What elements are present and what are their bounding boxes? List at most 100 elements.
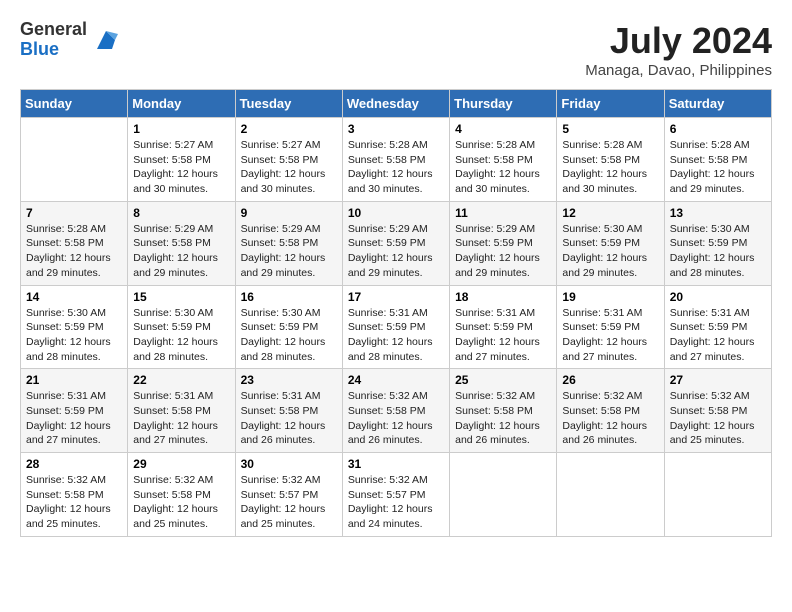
day-info: Sunrise: 5:31 AM Sunset: 5:59 PM Dayligh… [348,306,444,365]
day-number: 29 [133,457,229,471]
calendar-cell: 21Sunrise: 5:31 AM Sunset: 5:59 PM Dayli… [21,369,128,453]
day-info: Sunrise: 5:32 AM Sunset: 5:58 PM Dayligh… [455,389,551,448]
calendar-cell [557,453,664,537]
calendar-cell: 23 Sunrise: 5:31 AM Sunset: 5:58 PM Dayli… [235,369,342,453]
day-number: 7 [26,206,122,220]
weekday-header-wednesday: Wednesday [342,90,449,118]
day-info: Sunrise: 5:30 AM Sunset: 5:59 PM Dayligh… [241,306,337,365]
day-number: 5 [562,122,658,136]
day-info: Sunrise: 5:32 AM Sunset: 5:58 PM Dayligh… [348,389,444,448]
day-number: 6 [670,122,766,136]
calendar-cell: 12Sunrise: 5:30 AM Sunset: 5:59 PM Dayli… [557,201,664,285]
day-info: Sunrise: 5:29 AM Sunset: 5:59 PM Dayligh… [455,222,551,281]
day-number: 9 [241,206,337,220]
calendar-week-row: 28 Sunrise: 5:32 AM Sunset: 5:58 PM Dayli… [21,453,772,537]
day-info: Sunrise: 5:29 AM Sunset: 5:58 PM Dayligh… [241,222,337,281]
day-number: 22 [133,373,229,387]
day-info: Sunrise: 5:28 AM Sunset: 5:58 PM Dayligh… [455,138,551,197]
day-info: Sunrise: 5:31 AM Sunset: 5:58 PM Dayligh… [241,389,337,448]
calendar-cell: 20 Sunrise: 5:31 AM Sunset: 5:59 PM Dayli… [664,285,771,369]
logo: General Blue [20,20,121,60]
calendar-cell: 16Sunrise: 5:30 AM Sunset: 5:59 PM Dayli… [235,285,342,369]
day-info: Sunrise: 5:31 AM Sunset: 5:59 PM Dayligh… [670,306,766,365]
calendar-cell: 10 Sunrise: 5:29 AM Sunset: 5:59 PM Dayli… [342,201,449,285]
day-number: 24 [348,373,444,387]
day-number: 21 [26,373,122,387]
day-number: 2 [241,122,337,136]
day-info: Sunrise: 5:27 AM Sunset: 5:58 PM Dayligh… [241,138,337,197]
weekday-header-monday: Monday [128,90,235,118]
weekday-header-saturday: Saturday [664,90,771,118]
calendar-cell: 3 Sunrise: 5:28 AM Sunset: 5:58 PM Daylig… [342,118,449,202]
day-number: 13 [670,206,766,220]
day-number: 14 [26,290,122,304]
day-number: 23 [241,373,337,387]
day-number: 10 [348,206,444,220]
title-block: July 2024 Managa, Davao, Philippines [585,20,772,79]
day-info: Sunrise: 5:32 AM Sunset: 5:58 PM Dayligh… [133,473,229,532]
day-info: Sunrise: 5:28 AM Sunset: 5:58 PM Dayligh… [348,138,444,197]
calendar-cell: 17 Sunrise: 5:31 AM Sunset: 5:59 PM Dayli… [342,285,449,369]
day-number: 17 [348,290,444,304]
calendar-cell: 14 Sunrise: 5:30 AM Sunset: 5:59 PM Dayli… [21,285,128,369]
page-header: General Blue July 2024 Managa, Davao, Ph… [20,20,772,79]
calendar-cell: 25Sunrise: 5:32 AM Sunset: 5:58 PM Dayli… [450,369,557,453]
day-info: Sunrise: 5:32 AM Sunset: 5:58 PM Dayligh… [26,473,122,532]
calendar-cell: 2 Sunrise: 5:27 AM Sunset: 5:58 PM Daylig… [235,118,342,202]
calendar-week-row: 14 Sunrise: 5:30 AM Sunset: 5:59 PM Dayli… [21,285,772,369]
day-info: Sunrise: 5:30 AM Sunset: 5:59 PM Dayligh… [26,306,122,365]
day-info: Sunrise: 5:32 AM Sunset: 5:58 PM Dayligh… [562,389,658,448]
weekday-header-tuesday: Tuesday [235,90,342,118]
day-number: 28 [26,457,122,471]
calendar-cell: 26 Sunrise: 5:32 AM Sunset: 5:58 PM Dayli… [557,369,664,453]
day-info: Sunrise: 5:30 AM Sunset: 5:59 PM Dayligh… [670,222,766,281]
weekday-header-row: SundayMondayTuesdayWednesdayThursdayFrid… [21,90,772,118]
day-number: 15 [133,290,229,304]
day-number: 31 [348,457,444,471]
calendar-cell: 6Sunrise: 5:28 AM Sunset: 5:58 PM Daylig… [664,118,771,202]
calendar-cell: 5 Sunrise: 5:28 AM Sunset: 5:58 PM Daylig… [557,118,664,202]
weekday-header-sunday: Sunday [21,90,128,118]
day-info: Sunrise: 5:30 AM Sunset: 5:59 PM Dayligh… [562,222,658,281]
calendar-cell: 13 Sunrise: 5:30 AM Sunset: 5:59 PM Dayli… [664,201,771,285]
day-number: 3 [348,122,444,136]
day-info: Sunrise: 5:28 AM Sunset: 5:58 PM Dayligh… [26,222,122,281]
logo-icon [91,25,121,55]
calendar-cell: 7 Sunrise: 5:28 AM Sunset: 5:58 PM Daylig… [21,201,128,285]
day-number: 4 [455,122,551,136]
calendar-cell: 27 Sunrise: 5:32 AM Sunset: 5:58 PM Dayli… [664,369,771,453]
calendar-cell: 4 Sunrise: 5:28 AM Sunset: 5:58 PM Daylig… [450,118,557,202]
day-info: Sunrise: 5:31 AM Sunset: 5:59 PM Dayligh… [562,306,658,365]
calendar-cell: 22 Sunrise: 5:31 AM Sunset: 5:58 PM Dayli… [128,369,235,453]
month-year-title: July 2024 [585,20,772,62]
day-info: Sunrise: 5:31 AM Sunset: 5:59 PM Dayligh… [455,306,551,365]
logo-blue-text: Blue [20,40,87,60]
day-info: Sunrise: 5:29 AM Sunset: 5:59 PM Dayligh… [348,222,444,281]
calendar-cell: 18 Sunrise: 5:31 AM Sunset: 5:59 PM Dayli… [450,285,557,369]
calendar-cell: 19Sunrise: 5:31 AM Sunset: 5:59 PM Dayli… [557,285,664,369]
day-info: Sunrise: 5:32 AM Sunset: 5:58 PM Dayligh… [670,389,766,448]
calendar-cell: 11 Sunrise: 5:29 AM Sunset: 5:59 PM Dayli… [450,201,557,285]
day-number: 20 [670,290,766,304]
calendar-cell [664,453,771,537]
day-info: Sunrise: 5:32 AM Sunset: 5:57 PM Dayligh… [241,473,337,532]
calendar-cell: 1Sunrise: 5:27 AM Sunset: 5:58 PM Daylig… [128,118,235,202]
day-info: Sunrise: 5:28 AM Sunset: 5:58 PM Dayligh… [562,138,658,197]
calendar-cell: 8Sunrise: 5:29 AM Sunset: 5:58 PM Daylig… [128,201,235,285]
day-info: Sunrise: 5:27 AM Sunset: 5:58 PM Dayligh… [133,138,229,197]
calendar-cell: 15Sunrise: 5:30 AM Sunset: 5:59 PM Dayli… [128,285,235,369]
calendar-cell: 30Sunrise: 5:32 AM Sunset: 5:57 PM Dayli… [235,453,342,537]
day-number: 18 [455,290,551,304]
location-subtitle: Managa, Davao, Philippines [585,62,772,79]
day-number: 11 [455,206,551,220]
calendar-cell: 31Sunrise: 5:32 AM Sunset: 5:57 PM Dayli… [342,453,449,537]
calendar-cell: 9 Sunrise: 5:29 AM Sunset: 5:58 PM Daylig… [235,201,342,285]
day-number: 26 [562,373,658,387]
day-info: Sunrise: 5:31 AM Sunset: 5:58 PM Dayligh… [133,389,229,448]
day-number: 8 [133,206,229,220]
calendar-cell [21,118,128,202]
calendar-week-row: 1Sunrise: 5:27 AM Sunset: 5:58 PM Daylig… [21,118,772,202]
calendar-cell: 28 Sunrise: 5:32 AM Sunset: 5:58 PM Dayli… [21,453,128,537]
day-number: 27 [670,373,766,387]
calendar-week-row: 7 Sunrise: 5:28 AM Sunset: 5:58 PM Daylig… [21,201,772,285]
